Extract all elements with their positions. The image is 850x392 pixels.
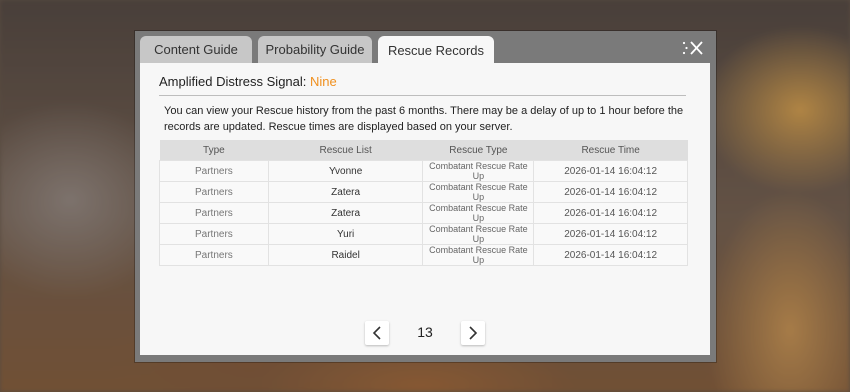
cell-rescue-time: 2026-01-14 16:04:12 [533, 223, 688, 245]
cell-rescue-time: 2026-01-14 16:04:12 [533, 160, 688, 182]
cell-type: Partners [159, 181, 269, 203]
chevron-right-icon [469, 326, 478, 340]
prev-page-button[interactable] [365, 321, 389, 345]
tab-content-guide[interactable]: Content Guide [140, 36, 252, 63]
cell-rescue-time: 2026-01-14 16:04:12 [533, 244, 688, 266]
current-page-number: 13 [417, 324, 433, 340]
pagination: 13 [365, 321, 485, 346]
close-icon[interactable] [682, 39, 704, 57]
cell-rescue-list: Raidel [267, 244, 424, 266]
next-page-button[interactable] [461, 321, 485, 345]
records-panel: Amplified Distress Signal: Nine You can … [140, 63, 710, 355]
divider [159, 95, 686, 96]
cell-rescue-list: Zatera [267, 181, 424, 203]
cell-type: Partners [159, 160, 269, 182]
table-row: Partners Yvonne Combatant Rescue Rate Up… [159, 160, 688, 182]
cell-type: Partners [159, 223, 269, 245]
table-row: Partners Yuri Combatant Rescue Rate Up 2… [159, 223, 688, 245]
cell-rescue-type: Combatant Rescue Rate Up [422, 244, 535, 266]
rescue-records-dialog: Content Guide Probability Guide Rescue R… [135, 31, 716, 362]
cell-type: Partners [159, 202, 269, 224]
cell-rescue-list: Yvonne [267, 160, 424, 182]
table-row: Partners Zatera Combatant Rescue Rate Up… [159, 202, 688, 224]
chevron-left-icon [372, 326, 381, 340]
cell-rescue-time: 2026-01-14 16:04:12 [533, 181, 688, 203]
records-description: You can view your Rescue history from th… [164, 105, 684, 133]
cell-type: Partners [159, 244, 269, 266]
column-header-type: Type [159, 140, 269, 161]
column-header-rescue-list: Rescue List [268, 140, 423, 161]
signal-heading-value: Nine [310, 74, 337, 89]
cell-rescue-list: Yuri [267, 223, 424, 245]
cell-rescue-type: Combatant Rescue Rate Up [422, 223, 535, 245]
cell-rescue-type: Combatant Rescue Rate Up [422, 181, 535, 203]
signal-heading: Amplified Distress Signal: Nine [159, 74, 337, 89]
signal-heading-label: Amplified Distress Signal: [159, 74, 310, 89]
table-header-row: Type Rescue List Rescue Type Rescue Time [159, 140, 688, 161]
rescue-records-table: Type Rescue List Rescue Type Rescue Time… [159, 140, 688, 266]
column-header-rescue-type: Rescue Type [422, 140, 534, 161]
cell-rescue-type: Combatant Rescue Rate Up [422, 160, 535, 182]
cell-rescue-type: Combatant Rescue Rate Up [422, 202, 535, 224]
column-header-rescue-time: Rescue Time [533, 140, 688, 161]
tab-rescue-records[interactable]: Rescue Records [378, 36, 494, 64]
table-row: Partners Zatera Combatant Rescue Rate Up… [159, 181, 688, 203]
cell-rescue-list: Zatera [267, 202, 424, 224]
table-row: Partners Raidel Combatant Rescue Rate Up… [159, 244, 688, 266]
tab-probability-guide[interactable]: Probability Guide [258, 36, 372, 63]
cell-rescue-time: 2026-01-14 16:04:12 [533, 202, 688, 224]
